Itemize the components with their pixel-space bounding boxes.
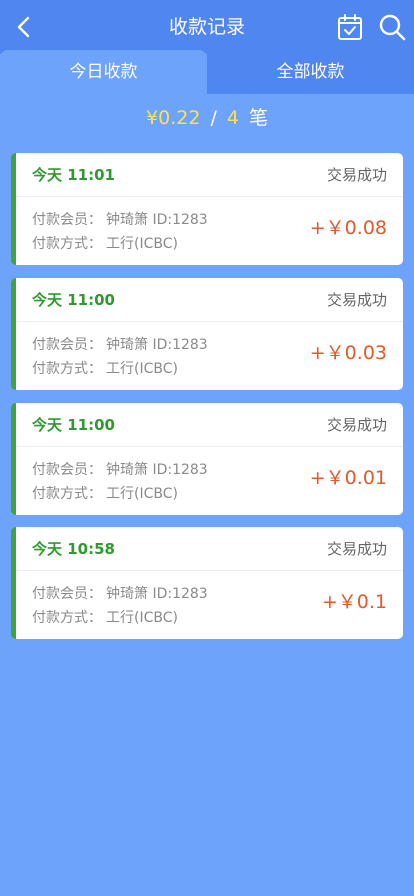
search-icon: [379, 14, 406, 41]
search-button[interactable]: [378, 13, 406, 41]
record-time: 今天 11:00: [32, 291, 115, 309]
record-amount: +￥0.03: [309, 342, 387, 364]
method-value: 工行(ICBC): [106, 361, 178, 377]
record-card-header: 今天 11:00 交易成功: [16, 278, 403, 322]
record-status: 交易成功: [326, 166, 387, 184]
tab-bar: 今日收款 全部收款: [0, 50, 414, 94]
record-status: 交易成功: [326, 416, 387, 434]
summary-amount: ¥0.22: [146, 107, 201, 129]
record-card[interactable]: 今天 11:00 交易成功 付款会员： 钟琦箫 ID:1283 付款方式： 工行(I…: [11, 403, 403, 515]
record-amount: +￥0.08: [309, 217, 387, 239]
summary-separator: /: [210, 107, 217, 129]
member-label: 付款会员：: [32, 212, 102, 228]
record-member-row: 付款会员： 钟琦箫 ID:1283: [32, 459, 208, 479]
method-label: 付款方式：: [32, 361, 102, 377]
record-member-row: 付款会员： 钟琦箫 ID:1283: [32, 583, 208, 603]
record-card[interactable]: 今天 11:01 交易成功 付款会员： 钟琦箫 ID:1283 付款方式： 工行(I…: [11, 153, 403, 265]
record-member-row: 付款会员： 钟琦箫 ID:1283: [32, 209, 208, 229]
method-value: 工行(ICBC): [106, 236, 178, 252]
tab-all-income[interactable]: 全部收款: [207, 50, 414, 94]
record-card-header: 今天 11:00 交易成功: [16, 403, 403, 447]
record-card-header: 今天 11:01 交易成功: [16, 153, 403, 197]
calendar-button[interactable]: [337, 13, 363, 41]
member-value: 钟琦箫 ID:1283: [106, 586, 208, 602]
calendar-icon: [338, 14, 362, 40]
summary-count: 4: [226, 107, 239, 129]
member-label: 付款会员：: [32, 586, 102, 602]
summary-unit: 笔: [248, 107, 268, 129]
record-card-header: 今天 10:58 交易成功: [16, 527, 403, 571]
method-value: 工行(ICBC): [106, 486, 178, 502]
record-method-row: 付款方式： 工行(ICBC): [32, 233, 178, 253]
member-value: 钟琦箫 ID:1283: [106, 462, 208, 478]
record-card[interactable]: 今天 11:00 交易成功 付款会员： 钟琦箫 ID:1283 付款方式： 工行(I…: [11, 278, 403, 390]
method-value: 工行(ICBC): [106, 610, 178, 626]
member-value: 钟琦箫 ID:1283: [106, 212, 208, 228]
record-method-row: 付款方式： 工行(ICBC): [32, 358, 178, 378]
method-label: 付款方式：: [32, 236, 102, 252]
method-label: 付款方式：: [32, 486, 102, 502]
record-amount: +￥0.1: [321, 591, 387, 613]
record-amount: +￥0.01: [309, 467, 387, 489]
record-method-row: 付款方式： 工行(ICBC): [32, 607, 178, 627]
income-summary: ¥0.22 / 4 笔: [0, 100, 414, 136]
method-label: 付款方式：: [32, 610, 102, 626]
member-value: 钟琦箫 ID:1283: [106, 337, 208, 353]
member-label: 付款会员：: [32, 462, 102, 478]
tab-today-income[interactable]: 今日收款: [0, 50, 207, 94]
top-bar: 收款记录: [0, 0, 414, 54]
record-time: 今天 10:58: [32, 540, 115, 558]
record-time: 今天 11:01: [32, 166, 115, 184]
member-label: 付款会员：: [32, 337, 102, 353]
record-method-row: 付款方式： 工行(ICBC): [32, 483, 178, 503]
record-status: 交易成功: [326, 291, 387, 309]
record-status: 交易成功: [326, 540, 387, 558]
record-member-row: 付款会员： 钟琦箫 ID:1283: [32, 334, 208, 354]
record-time: 今天 11:00: [32, 416, 115, 434]
record-card[interactable]: 今天 10:58 交易成功 付款会员： 钟琦箫 ID:1283 付款方式： 工行(I…: [11, 527, 403, 639]
